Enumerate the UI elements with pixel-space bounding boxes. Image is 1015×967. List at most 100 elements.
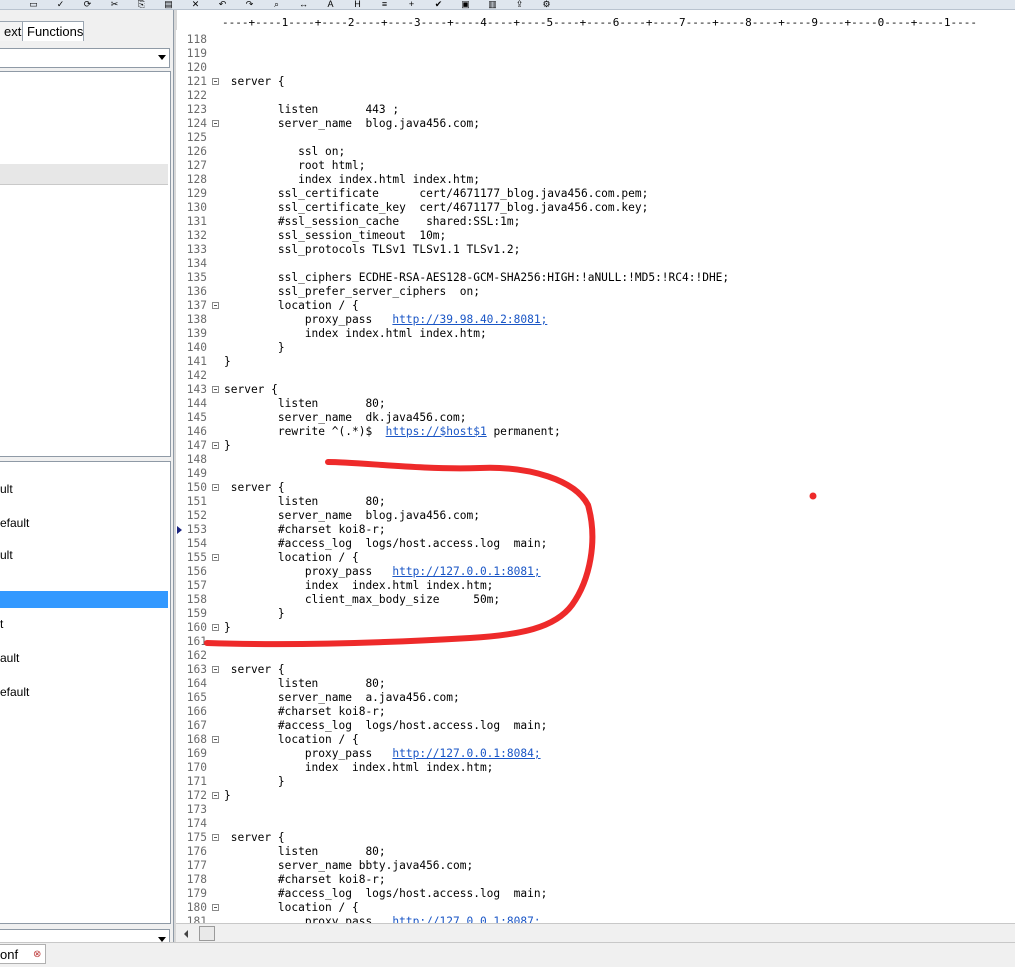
code-line[interactable]: 152 server_name blog.java456.com; xyxy=(176,509,1015,523)
fold-toggle-icon[interactable] xyxy=(212,484,219,491)
code-line[interactable]: 169 proxy_pass http://127.0.0.1:8084; xyxy=(176,747,1015,761)
list-item[interactable]: t xyxy=(0,616,168,633)
code-line[interactable]: 131 #ssl_session_cache shared:SSL:1m; xyxy=(176,215,1015,229)
fold-toggle-icon[interactable] xyxy=(212,666,219,673)
code-line[interactable]: 162 xyxy=(176,649,1015,663)
code-line[interactable]: 146 rewrite ^(.*)$ https://$host$1 perma… xyxy=(176,425,1015,439)
code-line[interactable]: 122 xyxy=(176,89,1015,103)
code-line[interactable]: 149 xyxy=(176,467,1015,481)
url-link[interactable]: https://$host$1 xyxy=(386,425,487,438)
code-line[interactable]: 176 listen 80; xyxy=(176,845,1015,859)
fold-toggle-icon[interactable] xyxy=(212,792,219,799)
code-line[interactable]: 175 server { xyxy=(176,831,1015,845)
code-line[interactable]: 167 #access_log logs/host.access.log mai… xyxy=(176,719,1015,733)
list-item[interactable]: efault xyxy=(0,684,168,701)
copy-icon[interactable]: ⎘ xyxy=(136,0,147,9)
print-icon[interactable]: ▭ xyxy=(28,0,39,9)
code-line[interactable]: 157 index index.html index.htm; xyxy=(176,579,1015,593)
export-icon[interactable]: ⇪ xyxy=(514,0,525,9)
tab-context[interactable]: ext xyxy=(0,21,23,41)
wordwrap-icon[interactable]: ≡ xyxy=(379,0,390,9)
code-line[interactable]: 144 listen 80; xyxy=(176,397,1015,411)
code-line[interactable]: 154 #access_log logs/host.access.log mai… xyxy=(176,537,1015,551)
code-line[interactable]: 127 root html; xyxy=(176,159,1015,173)
file-tab[interactable]: onf ⊗ xyxy=(0,944,46,964)
code-line[interactable]: 147} xyxy=(176,439,1015,453)
code-line[interactable]: 158 client_max_body_size 50m; xyxy=(176,593,1015,607)
code-line[interactable]: 138 proxy_pass http://39.98.40.2:8081; xyxy=(176,313,1015,327)
fold-toggle-icon[interactable] xyxy=(212,120,219,127)
code-editor[interactable]: 118 119 120 121 server {122 123 listen 443 ;… xyxy=(176,30,1015,923)
settings-icon[interactable]: ⚙ xyxy=(541,0,552,9)
code-line[interactable]: 177 server_name bbty.java456.com; xyxy=(176,859,1015,873)
fold-toggle-icon[interactable] xyxy=(212,624,219,631)
code-line[interactable]: 166 #charset koi8-r; xyxy=(176,705,1015,719)
fold-toggle-icon[interactable] xyxy=(212,302,219,309)
scroll-thumb[interactable] xyxy=(199,926,215,941)
code-line[interactable]: 155 location / { xyxy=(176,551,1015,565)
code-line[interactable]: 172} xyxy=(176,789,1015,803)
find-icon[interactable]: ⌕ xyxy=(271,0,282,9)
code-line[interactable]: 165 server_name a.java456.com; xyxy=(176,691,1015,705)
fold-toggle-icon[interactable] xyxy=(212,736,219,743)
fold-toggle-icon[interactable] xyxy=(212,904,219,911)
code-line[interactable]: 135 ssl_ciphers ECDHE-RSA-AES128-GCM-SHA… xyxy=(176,271,1015,285)
code-line[interactable]: 153 #charset koi8-r; xyxy=(176,523,1015,537)
code-line[interactable]: 180 location / { xyxy=(176,901,1015,915)
insert-icon[interactable]: + xyxy=(406,0,417,9)
code-line[interactable]: 123 listen 443 ; xyxy=(176,103,1015,117)
spellcheck-icon[interactable]: ✔ xyxy=(433,0,444,9)
list-item[interactable] xyxy=(0,591,168,608)
code-line[interactable]: 118 xyxy=(176,33,1015,47)
columns-icon[interactable]: ▥ xyxy=(487,0,498,9)
list-item[interactable]: ult xyxy=(0,547,168,564)
code-line[interactable]: 133 ssl_protocols TLSv1 TLSv1.1 TLSv1.2; xyxy=(176,243,1015,257)
redo-icon[interactable]: ↷ xyxy=(244,0,255,9)
undo-icon[interactable]: ↶ xyxy=(217,0,228,9)
hex-icon[interactable]: H xyxy=(352,0,363,9)
code-line[interactable]: 132 ssl_session_timeout 10m; xyxy=(176,229,1015,243)
function-dropdown[interactable] xyxy=(0,48,170,68)
url-link[interactable]: http://127.0.0.1:8084; xyxy=(392,747,540,760)
code-line[interactable]: 137 location / { xyxy=(176,299,1015,313)
tab-functions[interactable]: Functions xyxy=(22,21,84,41)
code-line[interactable]: 161 xyxy=(176,635,1015,649)
code-line[interactable]: 120 xyxy=(176,61,1015,75)
function-tree[interactable] xyxy=(0,71,171,457)
code-line[interactable]: 179 #access_log logs/host.access.log mai… xyxy=(176,887,1015,901)
code-line[interactable]: 119 xyxy=(176,47,1015,61)
code-line[interactable]: 168 location / { xyxy=(176,733,1015,747)
code-line[interactable]: 130 ssl_certificate_key cert/4671177_blo… xyxy=(176,201,1015,215)
code-line[interactable]: 171 } xyxy=(176,775,1015,789)
fold-toggle-icon[interactable] xyxy=(212,78,219,85)
list-item[interactable]: ult xyxy=(0,481,168,498)
code-line[interactable]: 134 xyxy=(176,257,1015,271)
code-line[interactable]: 173 xyxy=(176,803,1015,817)
fold-toggle-icon[interactable] xyxy=(212,386,219,393)
font-icon[interactable]: A xyxy=(325,0,336,9)
code-line[interactable]: 160} xyxy=(176,621,1015,635)
code-line[interactable]: 141} xyxy=(176,355,1015,369)
item-list[interactable]: ult efault ult t ault efault xyxy=(0,461,171,924)
list-item[interactable]: efault xyxy=(0,515,168,532)
code-line[interactable]: 125 xyxy=(176,131,1015,145)
code-line[interactable]: 174 xyxy=(176,817,1015,831)
code-line[interactable]: 128 index index.html index.htm; xyxy=(176,173,1015,187)
code-line[interactable]: 170 index index.html index.htm; xyxy=(176,761,1015,775)
fold-toggle-icon[interactable] xyxy=(212,554,219,561)
view-icon[interactable]: ▣ xyxy=(460,0,471,9)
code-line[interactable]: 150 server { xyxy=(176,481,1015,495)
code-line[interactable]: 136 ssl_prefer_server_ciphers on; xyxy=(176,285,1015,299)
cut-icon[interactable]: ✂ xyxy=(109,0,120,9)
paste-icon[interactable]: ▤ xyxy=(163,0,174,9)
code-line[interactable]: 163 server { xyxy=(176,663,1015,677)
horizontal-scrollbar[interactable] xyxy=(176,923,1015,942)
code-line[interactable]: 129 ssl_certificate cert/4671177_blog.ja… xyxy=(176,187,1015,201)
code-line[interactable]: 142 xyxy=(176,369,1015,383)
code-line[interactable]: 156 proxy_pass http://127.0.0.1:8081; xyxy=(176,565,1015,579)
code-line[interactable]: 159 } xyxy=(176,607,1015,621)
delete-icon[interactable]: ✕ xyxy=(190,0,201,9)
scroll-left-icon[interactable] xyxy=(184,930,188,938)
code-line[interactable]: 124 server_name blog.java456.com; xyxy=(176,117,1015,131)
list-item[interactable]: ault xyxy=(0,650,168,667)
